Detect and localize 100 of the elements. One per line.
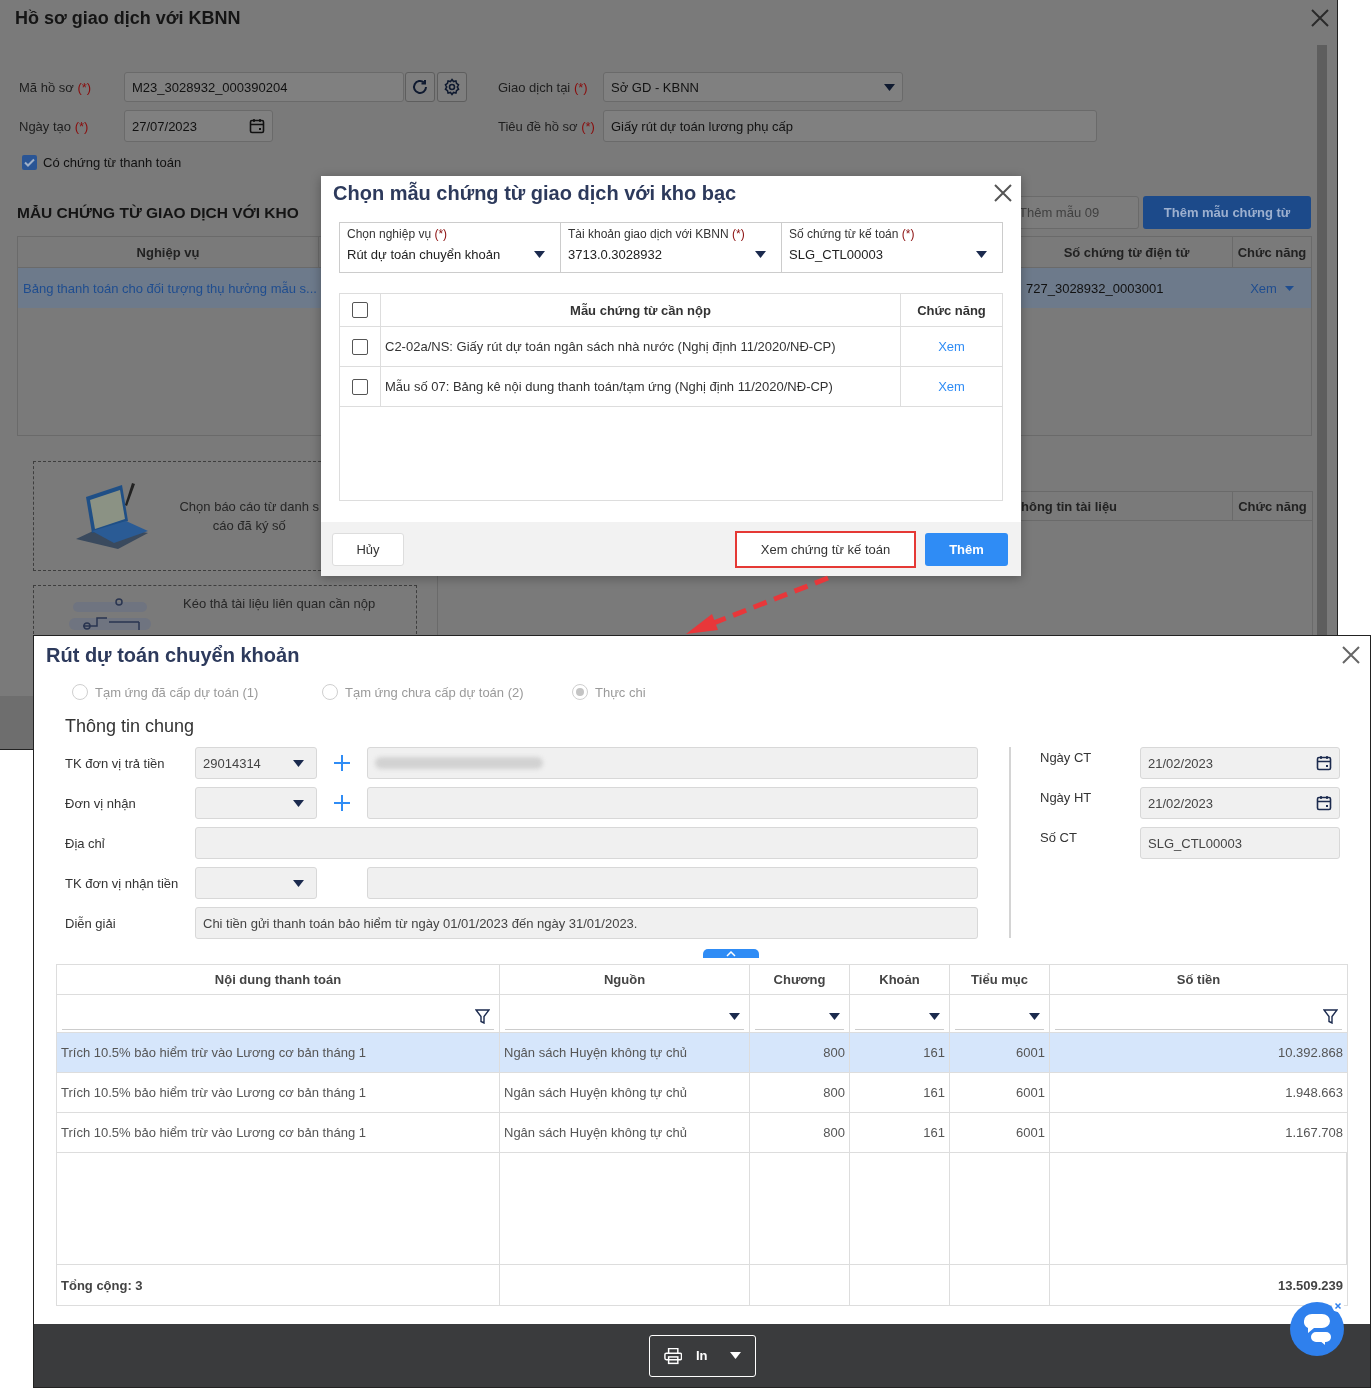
column-header: Chức năng <box>1238 498 1307 514</box>
dropdown[interactable]: SLG_CTL00003 <box>789 247 995 262</box>
settings-button[interactable] <box>437 72 467 102</box>
plus-icon[interactable] <box>333 754 351 772</box>
field-label: Đơn vị nhận <box>65 795 136 811</box>
table-cell: Trích 10.5% bảo hiểm trừ vào Lương cơ bản tháng 1 <box>61 1085 366 1100</box>
table-cell-text: Mẫu số 07: Bảng kê nội dung thanh toán/tạm ứng (Nghị định 11/2020/NĐ-CP) <box>384 379 833 394</box>
close-icon[interactable] <box>994 184 1012 202</box>
caret-icon <box>829 1012 840 1020</box>
field-label: Tài khoản giao dịch với KBNN <box>568 227 729 241</box>
date-field[interactable]: 21/02/2023 <box>1140 747 1340 779</box>
checkbox-label: Có chứng từ thanh toán <box>43 154 182 170</box>
table-cell: 1.948.663 <box>1285 1085 1343 1100</box>
section-title: Thông tin chung <box>65 715 195 737</box>
table-cell: 161 <box>923 1045 945 1060</box>
record-code-field[interactable]: M23_3028932_000390204 <box>124 72 404 102</box>
total-amount: 13.509.239 <box>1277 1277 1343 1293</box>
caret-icon <box>1029 1012 1040 1020</box>
filter-icon[interactable] <box>475 1008 490 1024</box>
upload-area[interactable]: Kéo thả tài liệu liên quan cần nộp <box>33 585 417 634</box>
table-cell: Ngân sách Huyện không tự chủ <box>504 1085 687 1100</box>
refresh-button[interactable] <box>405 72 435 102</box>
field-label: Số chứng từ kế toán <box>789 227 899 241</box>
filter-icon[interactable] <box>1323 1008 1338 1024</box>
table-cell: 800 <box>823 1125 845 1140</box>
cancel-button[interactable]: Hủy <box>332 532 404 566</box>
text-field[interactable] <box>195 827 978 859</box>
add-template-button[interactable]: Thêm mẫu chứng từ <box>1143 196 1311 229</box>
caret-icon[interactable] <box>1284 285 1294 291</box>
checkbox[interactable] <box>352 378 368 395</box>
table-cell-text: C2-02a/NS: Giấy rút dự toán ngân sách nhà nước (Nghị định 11/2020/NĐ-CP) <box>384 339 836 354</box>
section-title: MẪU CHỨNG TỪ GIAO DỊCH VỚI KHO <box>17 203 299 222</box>
checkbox[interactable] <box>352 338 368 355</box>
field-label: Ngày HT <box>1040 790 1092 805</box>
refresh-icon <box>411 78 429 96</box>
required-mark: (*) <box>573 79 588 95</box>
select-all-checkbox[interactable] <box>352 302 368 318</box>
checkbox[interactable] <box>22 154 37 170</box>
text-field[interactable]: SLG_CTL00003 <box>1140 827 1340 859</box>
caret-icon <box>729 1012 740 1020</box>
column-header[interactable]: Khoản <box>850 965 950 995</box>
caret-icon <box>976 251 987 258</box>
upload-hint: cáo đã ký số <box>212 518 286 533</box>
column-header[interactable]: Số tiền <box>1050 965 1347 995</box>
column-header: hông tin tài liệu <box>1021 498 1118 514</box>
printer-icon <box>663 1346 682 1365</box>
table-row[interactable]: Trích 10.5% bảo hiểm trừ vào Lương cơ bản tháng 1 Ngân sách Huyện không tự chủ 800 161 6001 1.948.663 <box>57 1073 1347 1113</box>
calendar-icon[interactable] <box>1316 795 1332 811</box>
table-cell: 800 <box>823 1045 845 1060</box>
required-mark: (*) <box>731 227 745 241</box>
table-row[interactable]: Trích 10.5% bảo hiểm trừ vào Lương cơ bản tháng 1 Ngân sách Huyện không tự chủ 800 161 6001 1.167.708 <box>57 1113 1347 1153</box>
caret-icon <box>755 251 766 258</box>
location-select[interactable]: Sở GD - KBNN <box>603 72 903 102</box>
required-mark: (*) <box>434 227 448 241</box>
calendar-icon[interactable] <box>1316 755 1332 771</box>
table-row[interactable]: Trích 10.5% bảo hiểm trừ vào Lương cơ bản tháng 1 Ngân sách Huyện không tự chủ 800 161 6001 10.392.868 <box>57 1033 1347 1073</box>
field-label: TK đơn vị nhận tiền <box>65 875 179 891</box>
dialog-title: Chọn mẫu chứng từ giao dịch với kho bạc <box>333 181 737 205</box>
caret-icon <box>884 83 895 91</box>
upload-hint: Kéo thả tài liệu liên quan cần nộp <box>183 596 376 611</box>
field-label: Ngày CT <box>1040 750 1092 765</box>
view-documents-button[interactable]: Xem chứng từ kế toán <box>735 530 916 568</box>
field-label: Số CT <box>1040 830 1077 845</box>
table-cell: 10.392.868 <box>1277 1045 1343 1060</box>
column-header[interactable]: Chương <box>750 965 850 995</box>
record-title-field[interactable]: Giấy rút dự toán lương phụ cấp <box>603 110 1097 142</box>
table-cell: Trích 10.5% bảo hiểm trừ vào Lương cơ bản tháng 1 <box>61 1045 366 1060</box>
upload-hint: Chọn báo cáo từ danh s <box>179 499 319 514</box>
required-mark: (*) <box>77 79 92 95</box>
field-label: Địa chỉ <box>65 835 105 851</box>
caret-icon <box>293 759 304 767</box>
upload-area[interactable]: Chọn báo cáo từ danh s cáo đã ký số <box>33 461 321 571</box>
chevron-up-icon <box>726 950 736 957</box>
dropdown[interactable]: 3713.0.3028932 <box>568 247 774 262</box>
dropdown[interactable]: 29014314 <box>195 747 317 779</box>
field-label: Chọn nghiệp vụ <box>347 227 432 241</box>
required-mark: (*) <box>74 118 89 134</box>
table-cell: 161 <box>923 1085 945 1100</box>
column-header[interactable]: Tiểu mục <box>950 965 1050 995</box>
window-title: Rút dự toán chuyển khoản <box>46 643 300 667</box>
date-field[interactable]: 21/02/2023 <box>1140 787 1340 819</box>
table-cell: 6001 <box>1016 1045 1045 1060</box>
table-cell: 6001 <box>1016 1085 1045 1100</box>
field-label: Tiêu đề hồ sơ <box>498 118 578 134</box>
plus-icon[interactable] <box>333 794 351 812</box>
field-label: Ngày tạo <box>19 118 72 134</box>
print-button[interactable]: In <box>648 1334 756 1377</box>
caret-icon <box>929 1012 940 1020</box>
column-header[interactable]: Nguồn <box>500 965 750 995</box>
close-icon[interactable] <box>1311 9 1329 27</box>
collapse-button[interactable] <box>703 949 759 958</box>
scrollbar[interactable] <box>1317 45 1327 635</box>
table-cell: 161 <box>923 1125 945 1140</box>
required-mark: (*) <box>901 227 915 241</box>
dropdown[interactable]: Rút dự toán chuyển khoản <box>347 247 553 262</box>
text-field[interactable]: Chi tiền gửi thanh toán bảo hiểm từ ngày 01/01/2023 đến ngày 31/01/2023. <box>195 907 978 939</box>
date-field[interactable]: 27/07/2023 <box>124 110 273 142</box>
field-label: TK đơn vị trả tiền <box>65 755 165 771</box>
column-header[interactable]: Nội dung thanh toán <box>57 965 500 995</box>
close-icon[interactable] <box>1342 646 1360 664</box>
